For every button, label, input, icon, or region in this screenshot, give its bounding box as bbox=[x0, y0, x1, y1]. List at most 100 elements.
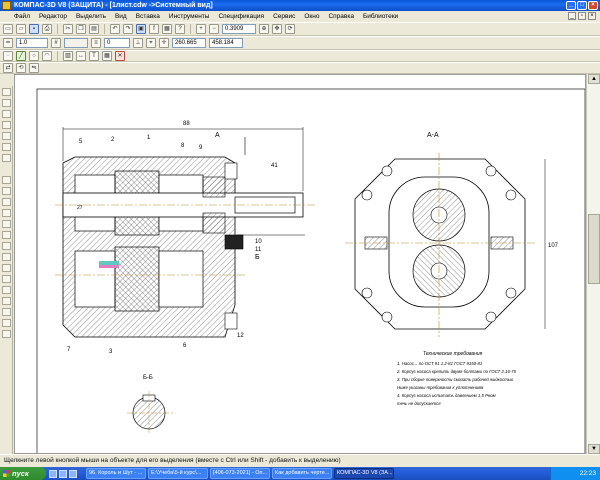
new-file-icon[interactable]: ▭ bbox=[3, 24, 13, 34]
tool-polyline-side-icon[interactable] bbox=[2, 242, 11, 250]
tool-mirror-icon[interactable]: ⇋ bbox=[29, 63, 39, 73]
manager-icon[interactable]: ▦ bbox=[162, 24, 172, 34]
layer-icon[interactable]: ≡ bbox=[91, 38, 101, 48]
tool-delete-icon[interactable]: ✕ bbox=[115, 51, 125, 61]
detail-b-b-view[interactable] bbox=[127, 391, 175, 435]
taskbar-item-active[interactable]: КОМПАС-3D V8 (ЗА... bbox=[334, 468, 394, 479]
doc-restore-button[interactable]: ▫ bbox=[578, 12, 586, 20]
quick-launch-icon[interactable] bbox=[49, 469, 57, 478]
panel-dimensions-icon[interactable] bbox=[2, 99, 11, 107]
tool-segment-icon[interactable]: ╱ bbox=[16, 51, 26, 61]
scroll-up-icon[interactable]: ▲ bbox=[588, 74, 600, 84]
tool-fillet-side-icon[interactable] bbox=[2, 286, 11, 294]
menu-insert[interactable]: Вставка bbox=[136, 13, 160, 20]
menu-file[interactable]: Файл bbox=[14, 13, 30, 20]
tool-offset-side-icon[interactable] bbox=[2, 319, 11, 327]
taskbar-item[interactable]: [406-073-2021] - Оп... bbox=[210, 468, 270, 479]
menu-select[interactable]: Выделить bbox=[76, 13, 106, 20]
tool-hatch-icon[interactable]: ▧ bbox=[63, 51, 73, 61]
menu-edit[interactable]: Редактор bbox=[39, 13, 67, 20]
part-number: 2 bbox=[111, 137, 115, 143]
menu-libraries[interactable]: Библиотеки bbox=[363, 13, 398, 20]
tool-dimension-icon[interactable]: ↔ bbox=[76, 51, 86, 61]
tool-arc-icon[interactable]: ◠ bbox=[42, 51, 52, 61]
doc-minimize-button[interactable]: _ bbox=[568, 12, 576, 20]
menu-view[interactable]: Вид bbox=[115, 13, 127, 20]
tool-text-icon[interactable]: T bbox=[89, 51, 99, 61]
zoom-out-icon[interactable]: − bbox=[209, 24, 219, 34]
tool-ellipse-side-icon[interactable] bbox=[2, 220, 11, 228]
menu-service[interactable]: Сервис bbox=[273, 13, 295, 20]
standard-toolbar: ▭ ▱ ▪ ⎙ ✂ ❐ ▤ ↶ ↷ ▣ f ▦ ? + − 0.3909 ⊕ ✥… bbox=[0, 22, 600, 36]
vertical-scrollbar[interactable]: ▲ ▼ bbox=[586, 74, 600, 454]
copy-icon[interactable]: ❐ bbox=[76, 24, 86, 34]
menu-tools[interactable]: Инструменты bbox=[169, 13, 210, 20]
tool-trim-side-icon[interactable] bbox=[2, 330, 11, 338]
section-a-a-view[interactable] bbox=[345, 153, 546, 337]
variables-icon[interactable]: f bbox=[149, 24, 159, 34]
print-icon[interactable]: ⎙ bbox=[42, 24, 52, 34]
line-style-icon[interactable]: ━ bbox=[3, 38, 13, 48]
coordinate-icon[interactable]: ✛ bbox=[159, 38, 169, 48]
taskbar-item[interactable]: Как добавить черте... bbox=[272, 468, 332, 479]
snap-icon[interactable]: ⌖ bbox=[146, 38, 156, 48]
properties-icon[interactable]: ▣ bbox=[136, 24, 146, 34]
layer-field[interactable]: 0 bbox=[104, 38, 130, 48]
panel-geometry-icon[interactable] bbox=[2, 88, 11, 96]
tool-table-icon[interactable]: ▦ bbox=[102, 51, 112, 61]
maximize-button[interactable]: □ bbox=[577, 1, 587, 10]
scroll-down-icon[interactable]: ▼ bbox=[588, 444, 600, 454]
tool-arc-side-icon[interactable] bbox=[2, 209, 11, 217]
pump-section-view[interactable] bbox=[55, 127, 315, 338]
tool-point-icon[interactable]: · bbox=[3, 51, 13, 61]
zoom-in-icon[interactable]: + bbox=[196, 24, 206, 34]
tool-circle-side-icon[interactable] bbox=[2, 198, 11, 206]
tool-polygon-side-icon[interactable] bbox=[2, 264, 11, 272]
redo-icon[interactable]: ↷ bbox=[123, 24, 133, 34]
orthogonal-icon[interactable]: ⊥ bbox=[133, 38, 143, 48]
menu-help[interactable]: Справка bbox=[328, 13, 354, 20]
doc-close-button[interactable]: × bbox=[588, 12, 596, 20]
menu-specification[interactable]: Спецификация bbox=[218, 13, 264, 20]
panel-measure-icon[interactable] bbox=[2, 143, 11, 151]
paste-icon[interactable]: ▤ bbox=[89, 24, 99, 34]
tool-hatch-side-icon[interactable] bbox=[2, 297, 11, 305]
line-scale-field[interactable]: 1.0 bbox=[16, 38, 48, 48]
refresh-icon[interactable]: ⟳ bbox=[285, 24, 295, 34]
quick-launch-icon[interactable] bbox=[69, 469, 77, 478]
panel-select-icon[interactable] bbox=[2, 154, 11, 162]
coord-y-field[interactable]: 458.184 bbox=[209, 38, 243, 48]
panel-symbols-icon[interactable] bbox=[2, 110, 11, 118]
taskbar-item[interactable]: E:\Учеба\5-й курс\... bbox=[148, 468, 208, 479]
help-icon[interactable]: ? bbox=[175, 24, 185, 34]
tool-contour-side-icon[interactable] bbox=[2, 308, 11, 316]
coord-x-field[interactable]: 260.665 bbox=[172, 38, 206, 48]
save-icon[interactable]: ▪ bbox=[29, 24, 39, 34]
cut-icon[interactable]: ✂ bbox=[63, 24, 73, 34]
close-button[interactable]: × bbox=[588, 1, 598, 10]
tool-spline-side-icon[interactable] bbox=[2, 231, 11, 239]
tool-move-icon[interactable]: ⇄ bbox=[3, 63, 13, 73]
zoom-field[interactable]: 0.3909 bbox=[222, 24, 256, 34]
panel-params-icon[interactable] bbox=[2, 132, 11, 140]
pan-icon[interactable]: ✥ bbox=[272, 24, 282, 34]
grid-icon[interactable]: # bbox=[51, 38, 61, 48]
undo-icon[interactable]: ↶ bbox=[110, 24, 120, 34]
start-button[interactable]: пуск bbox=[0, 467, 46, 480]
quick-launch-icon[interactable] bbox=[59, 469, 67, 478]
open-file-icon[interactable]: ▱ bbox=[16, 24, 26, 34]
tool-rect-side-icon[interactable] bbox=[2, 253, 11, 261]
note-line: течь не допускается bbox=[397, 401, 441, 406]
scroll-thumb[interactable] bbox=[588, 214, 600, 284]
tool-circle-icon[interactable]: ○ bbox=[29, 51, 39, 61]
tool-rotate-icon[interactable]: ⟲ bbox=[16, 63, 26, 73]
menu-window[interactable]: Окно bbox=[304, 13, 319, 20]
tool-line-side-icon[interactable] bbox=[2, 187, 11, 195]
drawing-canvas[interactable]: 88 41 27 A Б 5 2 1 8 9 10 11 7 3 6 12 A-… bbox=[14, 74, 586, 454]
minimize-button[interactable]: _ bbox=[566, 1, 576, 10]
tool-chamfer-side-icon[interactable] bbox=[2, 275, 11, 283]
zoom-window-icon[interactable]: ⊕ bbox=[259, 24, 269, 34]
taskbar-item[interactable]: 96. Король и Шут - ... bbox=[86, 468, 146, 479]
panel-editing-icon[interactable] bbox=[2, 121, 11, 129]
tool-point-side-icon[interactable] bbox=[2, 176, 11, 184]
